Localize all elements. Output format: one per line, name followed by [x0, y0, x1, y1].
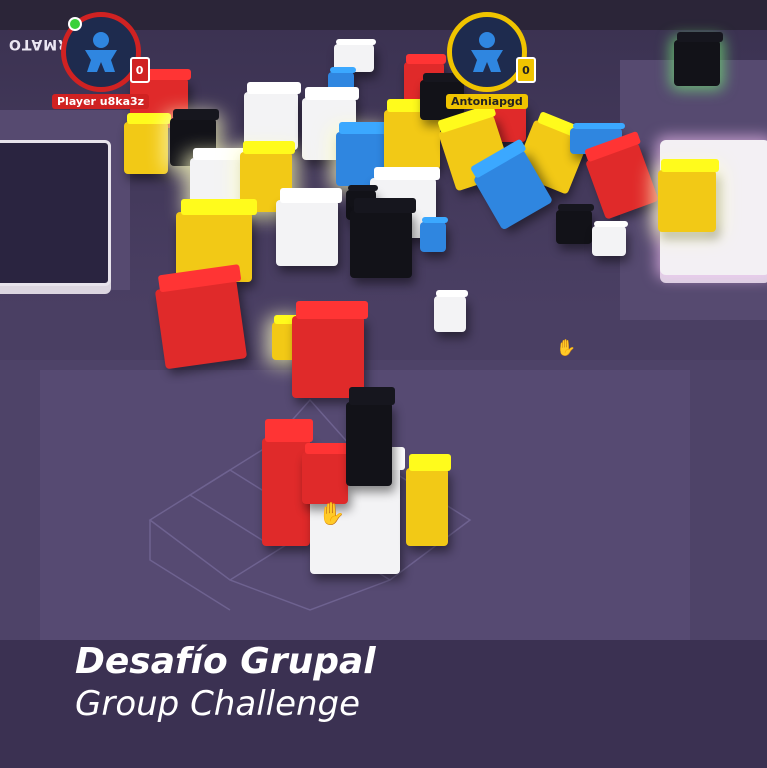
player-name: Player u8ka3z — [52, 94, 150, 109]
caption-subtitle: Group Challenge — [75, 684, 361, 724]
player-badge-red[interactable]: 0 Player u8ka3z — [52, 12, 150, 109]
cube-white[interactable] — [434, 296, 466, 332]
score-badge: 0 — [129, 57, 150, 83]
hand-cursor-icon: ✋ — [556, 338, 576, 357]
caption-title: Desafío Grupal — [75, 641, 376, 682]
cube-black[interactable] — [556, 210, 592, 244]
cube-black[interactable] — [674, 40, 720, 86]
cube-red[interactable] — [154, 278, 248, 370]
cube-white[interactable] — [592, 226, 626, 256]
cube-yellow[interactable] — [658, 170, 716, 232]
cube-black[interactable] — [350, 210, 412, 278]
cube-white[interactable] — [276, 200, 338, 266]
cube-black[interactable] — [346, 402, 392, 486]
cube-yellow[interactable] — [124, 122, 168, 174]
player-name: Antoniapgd — [446, 94, 528, 109]
cube-red[interactable] — [302, 452, 348, 504]
cube-red[interactable] — [292, 316, 364, 398]
online-status-icon — [67, 17, 82, 31]
score-badge: 0 — [515, 57, 536, 83]
meeple-icon — [84, 32, 117, 72]
hand-cursor-icon: ✋ — [318, 502, 346, 527]
cube-yellow[interactable] — [406, 468, 448, 546]
cube-blue[interactable] — [420, 222, 446, 252]
avatar: 0 — [446, 12, 536, 92]
left-card-deck[interactable] — [0, 140, 111, 286]
game-table[interactable]: FORMATO ✋ ✋ 0 Player u8ka3z 0 Antoniapgd… — [0, 0, 767, 768]
meeple-icon — [470, 32, 503, 72]
avatar: 0 — [60, 12, 150, 92]
player-badge-yellow[interactable]: 0 Antoniapgd — [446, 12, 536, 109]
